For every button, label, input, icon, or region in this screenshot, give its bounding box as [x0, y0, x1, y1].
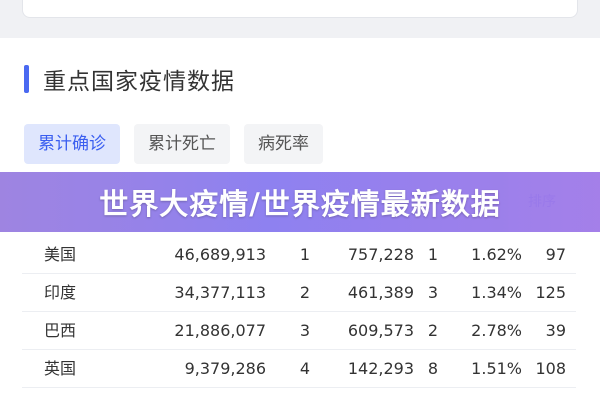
accent-bar	[24, 65, 29, 93]
tab-cumulative-confirmed[interactable]: 累计确诊	[24, 124, 120, 164]
cases-rank-cell: 2	[299, 283, 310, 302]
table-row[interactable]: 美国 46,689,913 1 757,228 1 1.62% 97	[22, 236, 576, 274]
section-header: 重点国家疫情数据	[24, 64, 235, 95]
deaths-cell: 757,228	[347, 245, 414, 264]
deaths-cell: 461,389	[347, 283, 414, 302]
cases-cell: 46,689,913	[174, 245, 266, 264]
cases-rank-cell: 4	[299, 359, 310, 378]
deaths-cell: 609,573	[347, 321, 414, 340]
section-title: 重点国家疫情数据	[43, 69, 235, 95]
banner-title: 世界大疫情/世界疫情最新数据	[99, 187, 501, 221]
cases-rank-cell: 1	[299, 245, 310, 264]
cases-cell: 9,379,286	[184, 359, 266, 378]
fatality-rate-cell: 1.51%	[471, 359, 522, 378]
tab-bar: 累计确诊 累计死亡 病死率	[24, 124, 337, 164]
tab-fatality-rate[interactable]: 病死率	[244, 124, 323, 164]
country-cell: 印度	[44, 283, 77, 302]
country-cell: 巴西	[44, 321, 77, 340]
tab-cumulative-deaths[interactable]: 累计死亡	[134, 124, 230, 164]
fatality-rate-cell: 1.34%	[471, 283, 522, 302]
rate-rank-cell: 97	[545, 245, 566, 264]
country-cell: 英国	[44, 359, 77, 378]
rate-rank-cell: 108	[535, 359, 566, 378]
table-row[interactable]: 英国 9,379,286 4 142,293 8 1.51% 108	[22, 350, 576, 388]
deaths-rank-cell: 1	[427, 245, 438, 264]
rate-rank-cell: 39	[545, 321, 566, 340]
top-card	[22, 0, 578, 18]
deaths-cell: 142,293	[347, 359, 414, 378]
cases-cell: 34,377,113	[174, 283, 266, 302]
fatality-rate-cell: 1.62%	[471, 245, 522, 264]
country-cell: 美国	[44, 245, 77, 264]
deaths-rank-cell: 8	[427, 359, 438, 378]
table-row[interactable]: 印度 34,377,113 2 461,389 3 1.34% 125	[22, 274, 576, 312]
cases-rank-cell: 3	[299, 321, 310, 340]
fatality-rate-cell: 2.78%	[471, 321, 522, 340]
deaths-rank-cell: 2	[427, 321, 438, 340]
data-table: 美国 46,689,913 1 757,228 1 1.62% 97 印度 34…	[22, 236, 576, 388]
cases-cell: 21,886,077	[174, 321, 266, 340]
title-banner: 世界大疫情/世界疫情最新数据	[0, 172, 600, 232]
rate-rank-cell: 125	[535, 283, 566, 302]
deaths-rank-cell: 3	[427, 283, 438, 302]
table-row[interactable]: 巴西 21,886,077 3 609,573 2 2.78% 39	[22, 312, 576, 350]
